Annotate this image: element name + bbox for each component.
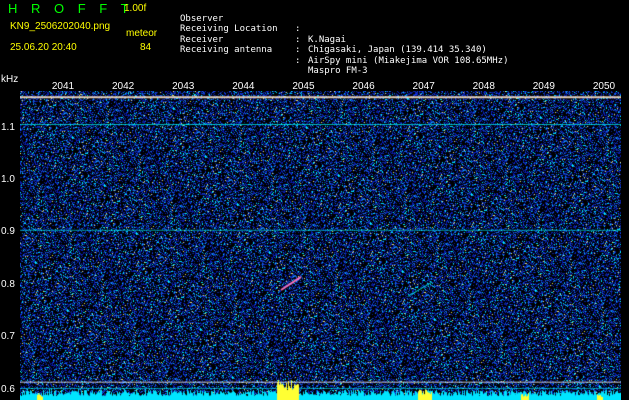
info-key: Receiving antenna (180, 45, 273, 55)
info-row-receiver: Receiver : AirSpy mini (Miakejima VOR 10… (180, 24, 508, 66)
detection-count: 84 (140, 42, 152, 53)
info-row-location: Receiving Location : Chigasaki, Japan (1… (180, 14, 487, 55)
header-panel: H R O F F T 1.00f KN9_2506202040.png met… (0, 0, 629, 77)
info-row-antenna: Receiving antenna : Maspro FM-3 (180, 35, 368, 76)
y-tick-label: 1.1 (1, 121, 15, 133)
info-row-observer: Observer : K.Nagai (180, 3, 346, 45)
mode-label: meteor (126, 28, 158, 39)
y-tick-label: 0.9 (1, 226, 15, 238)
app-title: H R O F F T (8, 1, 134, 16)
info-value: Maspro FM-3 (308, 66, 368, 76)
y-tick-label: 0.8 (1, 278, 15, 290)
y-tick-label: 0.7 (1, 331, 15, 343)
y-tick-label: 1.0 (1, 174, 15, 186)
spectrogram-plot (20, 91, 621, 400)
observation-info: Observer : K.Nagai Receiving Location : … (180, 3, 508, 77)
info-sep: : (295, 55, 301, 66)
y-axis-unit-label: kHz (1, 74, 19, 85)
info-value: K.Nagai (308, 34, 346, 45)
y-tick-label: 0.6 (1, 383, 15, 395)
info-value: AirSpy mini (Miakejima VOR 108.65MHz) (308, 55, 509, 66)
info-sep: : (295, 24, 301, 34)
info-value: Chigasaki, Japan (139.414 35.340) (308, 45, 487, 55)
info-sep: : (295, 45, 301, 55)
file-name: KN9_2506202040.png (10, 21, 111, 32)
app-version: 1.00f (124, 3, 147, 14)
datetime-label: 25.06.20 20:40 (10, 42, 77, 53)
info-sep: : (295, 34, 301, 45)
